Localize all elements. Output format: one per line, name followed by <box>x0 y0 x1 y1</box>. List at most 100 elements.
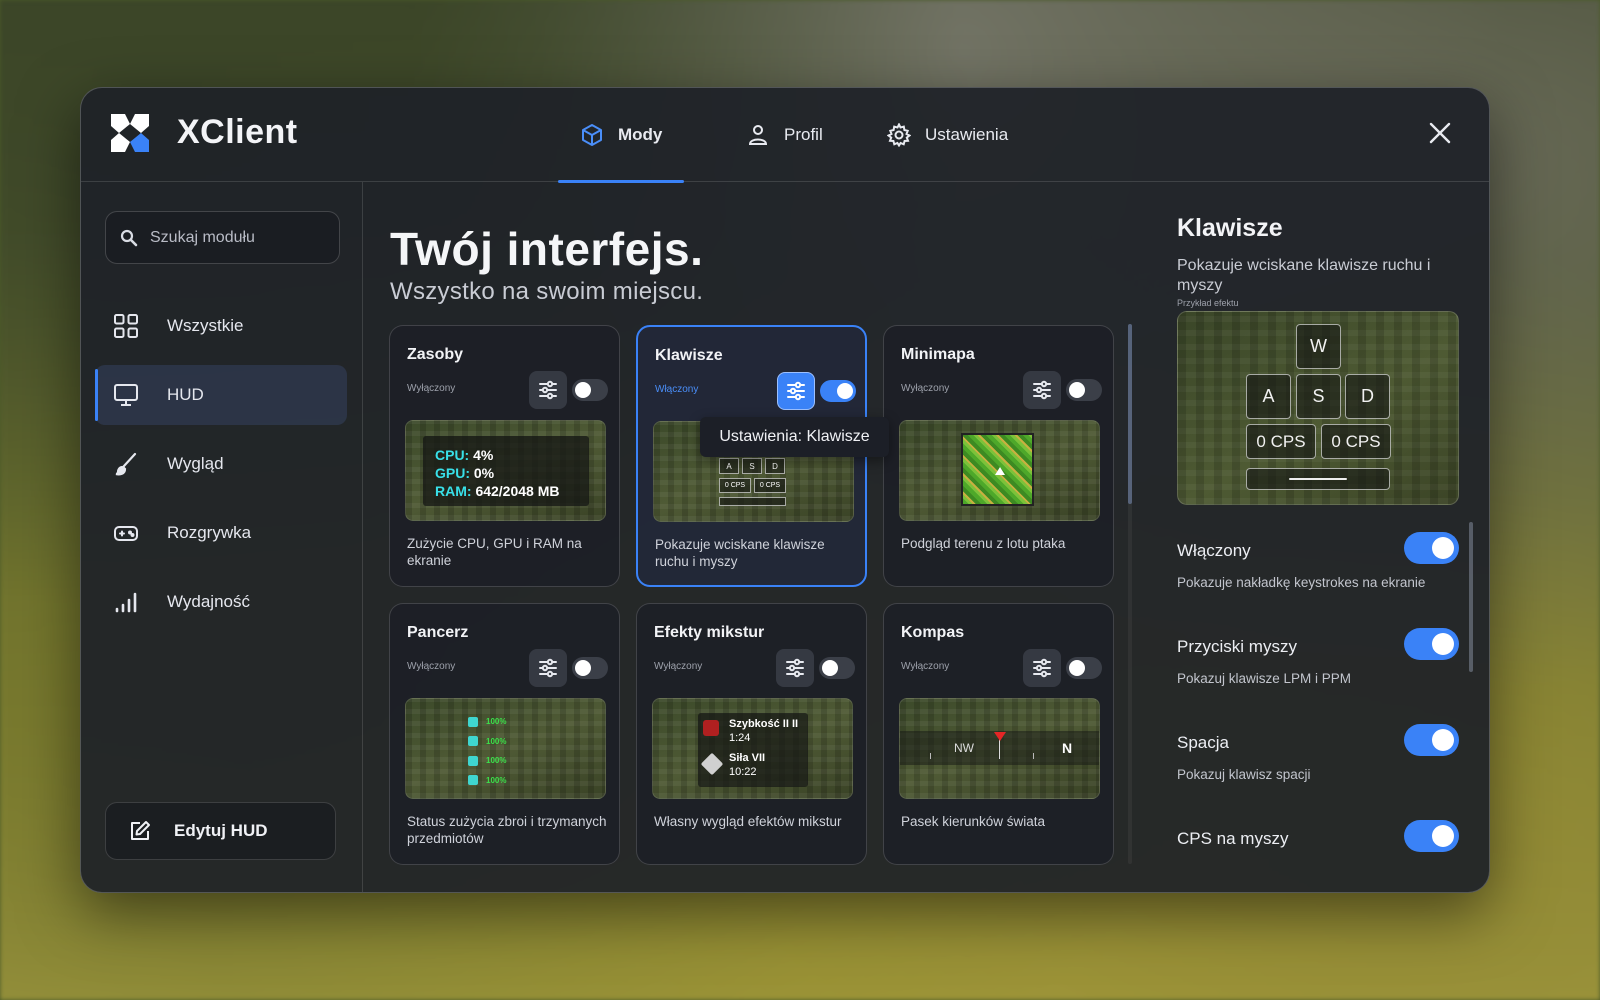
card-description: Własny wygląd efektów mikstur <box>654 814 842 829</box>
module-card-efekty-mikstur[interactable]: Efekty mikstur Wyłączony Szybkość II II … <box>636 603 867 865</box>
sidebar-item-wyglad[interactable]: Wygląd <box>95 434 347 494</box>
key-s: S <box>742 458 762 474</box>
effects-overlay: Szybkość II II 1:24 Siła VII 10:22 <box>698 713 808 787</box>
card-settings-button[interactable] <box>777 372 815 410</box>
tab-ustawienia[interactable]: Ustawienia <box>887 88 1008 182</box>
ram-value: 642/2048 MB <box>475 483 560 499</box>
card-title: Minimapa <box>901 346 975 363</box>
chestplate-icon <box>468 736 478 747</box>
card-title: Kompas <box>901 624 965 641</box>
option-toggle-cps-na-myszy[interactable] <box>1404 820 1459 852</box>
gpu-label: GPU: <box>435 465 470 481</box>
card-description: Status zużycia zbroi i trzymanych przedm… <box>407 814 607 846</box>
player-arrow-icon <box>995 467 1005 475</box>
card-toggle[interactable] <box>819 657 855 679</box>
speed-effect-icon <box>703 720 719 736</box>
minimap-image <box>961 433 1034 506</box>
compass-nw: NW <box>954 741 974 755</box>
card-status: Wyłączony <box>901 383 950 394</box>
tab-profil[interactable]: Profil <box>746 88 823 182</box>
key-a: A <box>1246 374 1291 419</box>
armor-value: 100% <box>486 775 507 785</box>
app-brand: XClient <box>177 113 298 151</box>
module-detail-panel: Klawisze Pokazuje wciskane klawisze ruch… <box>1148 182 1489 892</box>
sidebar-item-hud[interactable]: HUD <box>95 365 347 425</box>
sidebar-item-wszystkie[interactable]: Wszystkie <box>95 296 347 356</box>
search-box[interactable] <box>105 211 340 264</box>
card-settings-button[interactable] <box>1023 649 1061 687</box>
resources-overlay: CPU: 4% GPU: 0% RAM: 642/2048 MB <box>423 436 589 506</box>
option-toggle-spacja[interactable] <box>1404 724 1459 756</box>
card-status: Wyłączony <box>407 661 456 672</box>
keystrokes-preview: W A S D 0 CPS 0 CPS <box>1177 311 1459 505</box>
sidebar: Wszystkie HUD Wygląd Rozgrywka Wyda <box>81 182 363 892</box>
bars-icon <box>115 592 137 613</box>
header: XClient Mody Profil Ustawienia <box>81 88 1489 183</box>
option-toggle-przyciski-myszy[interactable] <box>1404 628 1459 660</box>
compass-pointer-icon <box>994 732 1006 741</box>
module-card-pancerz[interactable]: Pancerz Wyłączony 100% 100% 100% 100% St… <box>389 603 620 865</box>
scrollbar-thumb[interactable] <box>1128 324 1132 504</box>
card-settings-button[interactable] <box>1023 371 1061 409</box>
panel-scrollbar[interactable] <box>1469 522 1473 672</box>
module-card-zasoby[interactable]: Zasoby Wyłączony CPU: 4% GPU: 0% RAM: 64… <box>389 325 620 587</box>
main-content: Twój interfejs. Wszystko na swoim miejsc… <box>364 182 1147 892</box>
card-toggle[interactable] <box>820 380 856 402</box>
tab-mody[interactable]: Mody <box>557 88 685 183</box>
module-card-kompas[interactable]: Kompas Wyłączony NW N Pasek kierunków św… <box>883 603 1114 865</box>
sidebar-item-rozgrywka[interactable]: Rozgrywka <box>95 503 347 563</box>
option-desc-wlaczony: Pokazuje nakładkę keystrokes na ekranie <box>1177 575 1426 590</box>
sidebar-item-label: Wydajność <box>167 592 250 611</box>
card-description: Podgląd terenu z lotu ptaka <box>901 536 1066 551</box>
page-subtitle: Wszystko na swoim miejscu. <box>390 278 704 305</box>
close-icon[interactable] <box>1427 120 1453 146</box>
option-desc-przyciski-myszy: Pokazuj klawisze LPM i PPM <box>1177 671 1352 686</box>
sidebar-item-label: Rozgrywka <box>167 523 252 542</box>
sidebar-item-label: Wygląd <box>167 454 224 473</box>
edit-icon <box>131 821 150 840</box>
xclient-logo-icon <box>111 114 149 152</box>
sidebar-item-wydajnosc[interactable]: Wydajność <box>95 572 347 632</box>
key-a: A <box>719 458 739 474</box>
compass-tick <box>930 753 931 759</box>
strength-effect-icon <box>700 752 724 776</box>
armor-value: 100% <box>486 717 507 726</box>
key-w: W <box>1296 324 1341 369</box>
module-card-minimapa[interactable]: Minimapa Wyłączony Podgląd terenu z lotu… <box>883 325 1114 587</box>
tab-label: Mody <box>618 125 663 144</box>
space-key <box>1246 468 1390 490</box>
card-toggle[interactable] <box>572 657 608 679</box>
user-icon <box>748 125 768 145</box>
effect-name: Siła VII <box>729 752 766 764</box>
armor-value: 100% <box>486 756 507 765</box>
cps-right: 0 CPS <box>754 478 786 493</box>
gear-icon <box>887 123 911 147</box>
edit-hud-label: Edytuj HUD <box>174 821 268 840</box>
brush-icon <box>115 452 137 476</box>
card-description: Pasek kierunków świata <box>901 814 1046 829</box>
card-settings-button[interactable] <box>776 649 814 687</box>
compass-n: N <box>1062 740 1073 756</box>
card-settings-button[interactable] <box>529 371 567 409</box>
card-toggle[interactable] <box>1066 657 1102 679</box>
card-preview: CPU: 4% GPU: 0% RAM: 642/2048 MB <box>405 420 606 521</box>
card-title: Klawisze <box>655 347 723 364</box>
card-toggle[interactable] <box>572 379 608 401</box>
card-settings-button[interactable] <box>529 649 567 687</box>
option-label-przyciski-myszy: Przyciski myszy <box>1177 637 1297 656</box>
cpu-value: 4% <box>473 447 494 463</box>
sliders-icon <box>1033 658 1051 678</box>
edit-hud-button[interactable]: Edytuj HUD <box>105 802 336 860</box>
card-description: Pokazuje wciskane klawisze ruchu i myszy <box>655 537 825 569</box>
gamepad-icon <box>114 526 138 541</box>
search-input[interactable] <box>150 228 330 247</box>
tab-label: Profil <box>784 125 823 144</box>
gpu-value: 0% <box>473 465 495 481</box>
card-status: Włączony <box>655 384 699 395</box>
card-toggle[interactable] <box>1066 379 1102 401</box>
armor-value: 100% <box>486 736 507 746</box>
key-s: S <box>1296 374 1341 419</box>
tab-label: Ustawienia <box>925 125 1009 144</box>
boots-icon <box>468 775 478 786</box>
option-toggle-wlaczony[interactable] <box>1404 532 1459 564</box>
